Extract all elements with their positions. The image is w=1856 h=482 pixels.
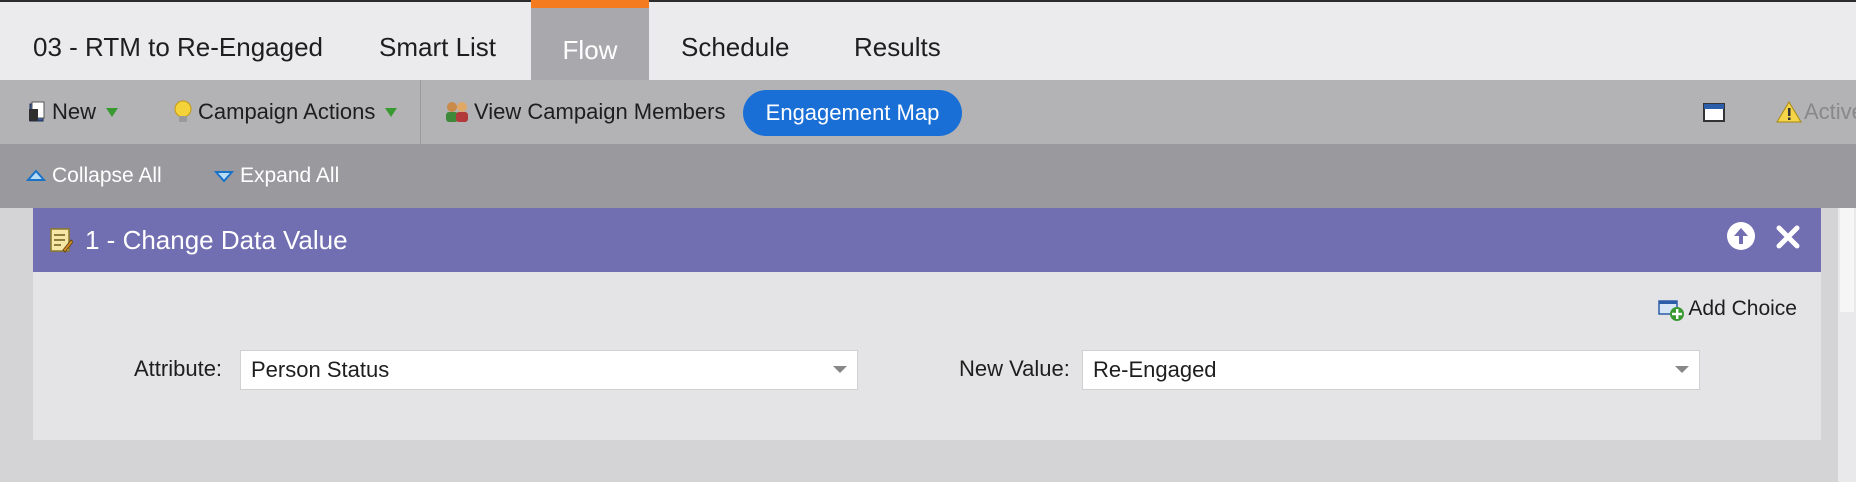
active-status-label: Active: [1804, 99, 1856, 124]
toolbar-divider: [420, 80, 421, 144]
flow-step: 1 - Change Data Value Add Choice Attribu…: [33, 208, 1821, 440]
view-campaign-members-label: View Campaign Members: [474, 99, 726, 124]
expand-icon: [214, 171, 234, 183]
tab-smart-list[interactable]: Smart List: [379, 2, 496, 80]
tab-campaign-name[interactable]: 03 - RTM to Re-Engaged: [33, 2, 323, 80]
campaign-actions-button[interactable]: Campaign Actions: [172, 80, 398, 144]
warning-icon: [1776, 101, 1802, 123]
new-label: New: [52, 99, 97, 124]
collapse-all-label: Collapse All: [52, 164, 162, 187]
move-up-button[interactable]: [1727, 222, 1755, 250]
arrow-up-icon: [1734, 228, 1748, 244]
tab-results[interactable]: Results: [854, 2, 941, 80]
campaign-actions-label: Campaign Actions: [198, 99, 376, 124]
collapse-all-button[interactable]: Collapse All: [26, 144, 162, 208]
attribute-select[interactable]: Person Status: [240, 350, 858, 390]
close-icon: [1776, 225, 1800, 249]
window-toggle-button[interactable]: [1702, 80, 1726, 144]
flow-canvas: 1 - Change Data Value Add Choice Attribu…: [0, 208, 1856, 482]
new-value-value: Re-Engaged: [1093, 357, 1217, 382]
chevron-down-icon: [1675, 366, 1689, 373]
engagement-map-button[interactable]: Engagement Map: [743, 90, 962, 136]
add-choice-button[interactable]: Add Choice: [1658, 296, 1797, 322]
expand-all-label: Expand All: [240, 164, 340, 187]
scrollbar-thumb[interactable]: [1840, 208, 1854, 312]
new-value-select[interactable]: Re-Engaged: [1082, 350, 1700, 390]
attribute-value: Person Status: [251, 357, 390, 382]
tab-flow[interactable]: Flow: [531, 0, 649, 80]
expand-all-button[interactable]: Expand All: [214, 144, 339, 208]
tab-bar: 03 - RTM to Re-Engaged Smart List Flow S…: [0, 0, 1856, 80]
sub-toolbar: Collapse All Expand All: [0, 144, 1856, 208]
add-choice-label: Add Choice: [1688, 297, 1797, 320]
flow-step-title: 1 - Change Data Value: [85, 224, 348, 255]
vertical-scrollbar[interactable]: [1838, 208, 1856, 482]
dropdown-arrow-icon: [106, 107, 119, 117]
new-menu-button[interactable]: New: [28, 80, 119, 144]
attribute-label: Attribute:: [134, 356, 223, 381]
add-choice-icon: [1658, 300, 1685, 321]
new-doc-icon: [29, 101, 45, 122]
window-icon: [1703, 103, 1725, 122]
new-value-label: New Value:: [959, 356, 1070, 381]
chevron-down-icon: [833, 366, 847, 373]
view-campaign-members-button[interactable]: View Campaign Members: [442, 80, 725, 144]
collapse-icon: [26, 169, 46, 181]
lightbulb-icon: [174, 100, 192, 122]
members-icon: [446, 102, 468, 122]
flow-step-header[interactable]: 1 - Change Data Value: [33, 208, 1821, 272]
flow-step-actions: [1727, 222, 1803, 252]
dropdown-arrow-icon: [385, 107, 398, 117]
change-data-value-icon: [50, 228, 73, 253]
toolbar: New Campaign Actions View Campaign Membe…: [0, 80, 1856, 144]
active-status[interactable]: Active: [1776, 80, 1856, 144]
tab-schedule[interactable]: Schedule: [681, 2, 789, 80]
delete-step-button[interactable]: [1773, 222, 1803, 252]
